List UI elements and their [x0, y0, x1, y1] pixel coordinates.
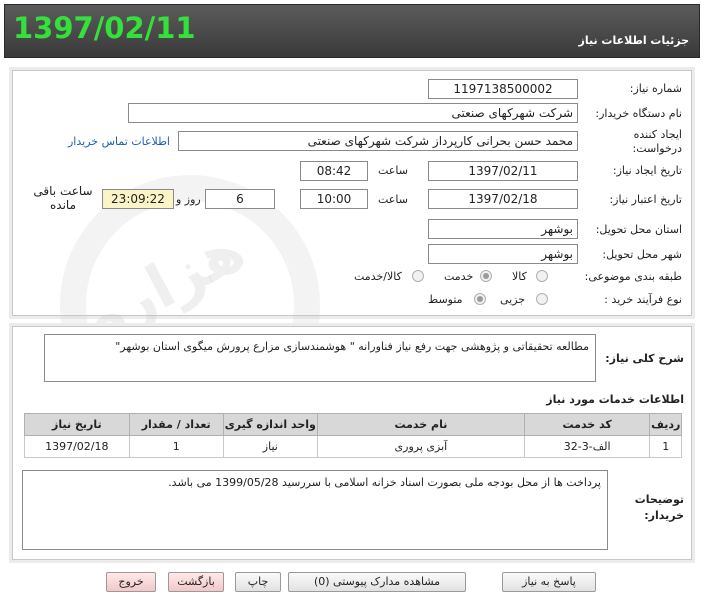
cell-need-date: 1397/02/18: [24, 435, 130, 458]
col-row-number: ردیف: [649, 413, 682, 436]
province-field: بوشهر: [428, 219, 578, 239]
category-label-goods: کالا: [512, 270, 527, 283]
validity-time-field: 10:00: [300, 189, 368, 209]
exit-button[interactable]: خروج: [106, 572, 156, 592]
table-row: 1 الف-3-32 آبزی پروری نیاز 1 1397/02/18: [24, 435, 682, 458]
description-text: مطالعه تحقیقاتی و پژوهشی جهت رفع نیاز فن…: [44, 334, 596, 382]
creator-label: ایجاد کننده درخواست:: [632, 128, 682, 155]
buyer-org-field: شرکت شهرکهای صنعتی: [128, 103, 578, 123]
validity-time-label: ساعت: [378, 193, 408, 206]
days-label: روز و: [176, 193, 201, 206]
col-service-name: نام خدمت: [316, 413, 525, 436]
created-time-label: ساعت: [378, 164, 408, 177]
category-radio-service[interactable]: [480, 270, 492, 282]
process-label: نوع فرآیند خرید :: [604, 293, 682, 306]
category-radio-goods-service[interactable]: [412, 270, 424, 282]
cell-row-number: 1: [649, 435, 682, 458]
col-service-code: کد خدمت: [523, 413, 651, 436]
services-table: ردیف کد خدمت نام خدمت واحد اندازه گیری ت…: [24, 413, 682, 458]
back-button[interactable]: بازگشت: [168, 572, 224, 592]
description-label: شرح کلی نیاز:: [605, 352, 684, 365]
header-date: 1397/02/11: [13, 11, 196, 45]
buyer-contact-link[interactable]: اطلاعات تماس خریدار: [68, 135, 170, 148]
created-date-label: تاریخ ایجاد نیاز:: [612, 164, 682, 177]
cell-quantity: 1: [128, 435, 224, 458]
page-header: 1397/02/11 جزئیات اطلاعات نیاز: [4, 4, 700, 58]
buyer-notes-text: پرداخت ها از محل بودجه ملی بصورت اسناد خ…: [22, 470, 608, 550]
buyer-org-label: نام دستگاه خریدار:: [595, 107, 682, 120]
category-label: طبقه بندی موضوعی:: [584, 270, 682, 283]
province-label: استان محل تحویل:: [595, 223, 682, 236]
col-unit: واحد اندازه گیری: [222, 413, 318, 436]
validity-date-field: 1397/02/18: [428, 189, 578, 209]
print-button[interactable]: چاپ: [235, 572, 281, 592]
city-label: شهر محل تحویل:: [602, 248, 682, 261]
need-number-label: شماره نیاز:: [629, 82, 682, 95]
creator-field: محمد حسن بحرانی کارپرداز شرکت شهرکهای صن…: [178, 131, 578, 151]
process-radio-minor[interactable]: [536, 293, 548, 305]
remaining-time-field: 23:09:22: [102, 189, 174, 209]
col-need-date: تاریخ نیاز: [24, 413, 130, 436]
created-date-field: 1397/02/11: [428, 161, 578, 181]
created-time-field: 08:42: [300, 161, 368, 181]
cell-service-name: آبزی پروری: [316, 435, 525, 458]
view-attachments-button[interactable]: مشاهده مدارک پیوستی (0): [288, 572, 466, 592]
cell-service-code: الف-3-32: [523, 435, 651, 458]
remaining-days-field: 6: [205, 189, 275, 209]
need-number-field: 1197138500002: [428, 79, 578, 99]
services-table-header: ردیف کد خدمت نام خدمت واحد اندازه گیری ت…: [24, 413, 682, 436]
services-section-title: اطلاعات خدمات مورد نیاز: [546, 393, 684, 406]
category-label-service: خدمت: [444, 270, 474, 283]
category-label-goods-service: کالا/خدمت: [354, 270, 402, 283]
reply-button[interactable]: پاسخ به نیاز: [502, 572, 596, 592]
category-radio-goods[interactable]: [536, 270, 548, 282]
city-field: بوشهر: [428, 244, 578, 264]
validity-date-label: تاریخ اعتبار نیاز:: [609, 193, 682, 206]
process-radio-medium[interactable]: [474, 293, 486, 305]
page-title: جزئیات اطلاعات نیاز: [578, 34, 690, 47]
buyer-notes-label: توضیحات خریدار:: [634, 493, 684, 522]
remaining-time-label: ساعت باقی مانده: [33, 184, 93, 212]
process-label-minor: جزیی: [500, 293, 526, 306]
cell-unit: نیاز: [222, 435, 318, 458]
col-quantity: تعداد / مقدار: [128, 413, 224, 436]
process-label-medium: متوسط: [428, 293, 463, 306]
